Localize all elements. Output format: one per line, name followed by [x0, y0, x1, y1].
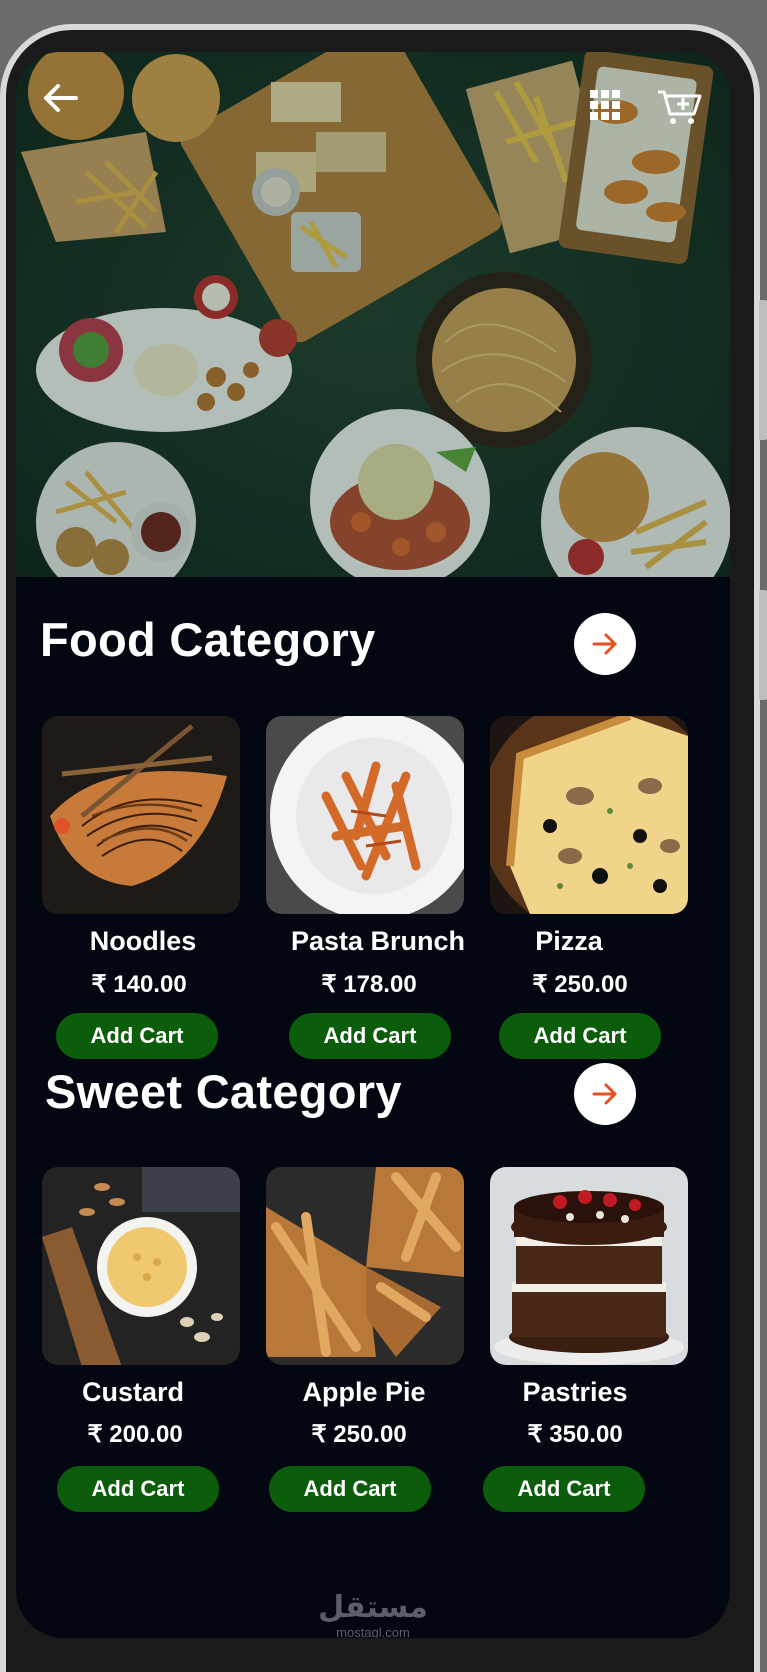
- noodles-image[interactable]: [42, 716, 240, 914]
- custard-image[interactable]: [42, 1167, 240, 1365]
- volume-button: [759, 300, 767, 440]
- arrow-right-icon: [592, 633, 617, 655]
- food-category-see-all-button[interactable]: [574, 613, 636, 675]
- add-cart-button[interactable]: Add Cart: [57, 1466, 219, 1512]
- hero-food-image: [16, 52, 730, 577]
- cart-button[interactable]: [656, 86, 704, 126]
- add-cart-button[interactable]: Add Cart: [499, 1013, 661, 1059]
- sweet-category-see-all-button[interactable]: [574, 1063, 636, 1125]
- cart-add-icon: [658, 90, 702, 124]
- food-category-title: Food Category: [40, 613, 376, 666]
- food-item-name: Pasta Brunch: [290, 926, 466, 956]
- sweet-item-price: ₹ 250.00: [311, 1421, 407, 1448]
- food-item-price: ₹ 140.00: [91, 971, 187, 998]
- app-screen: Food Category Noodles ₹ 140.00 Add Cart …: [16, 52, 730, 1638]
- arrow-left-icon: [44, 84, 78, 112]
- apple-pie-image[interactable]: [266, 1167, 464, 1365]
- add-cart-button[interactable]: Add Cart: [289, 1013, 451, 1059]
- sweet-item-name: Pastries: [522, 1377, 628, 1407]
- grid-view-button[interactable]: [588, 88, 622, 122]
- sweet-item-name: Custard: [81, 1377, 184, 1407]
- sweet-category-title: Sweet Category: [45, 1065, 402, 1118]
- food-item-price: ₹ 178.00: [321, 971, 417, 998]
- power-button: [759, 590, 767, 700]
- arrow-right-icon: [592, 1083, 617, 1105]
- grid-icon: [590, 90, 620, 120]
- pizza-image[interactable]: [490, 716, 688, 914]
- sweet-item-name: Apple Pie: [302, 1377, 426, 1407]
- food-item-name: Noodles: [89, 926, 197, 956]
- add-cart-button[interactable]: Add Cart: [269, 1466, 431, 1512]
- pasta-image[interactable]: [266, 716, 464, 914]
- back-button[interactable]: [38, 76, 82, 120]
- watermark-logo: مستقل: [318, 1590, 428, 1625]
- sweet-item-price: ₹ 350.00: [527, 1421, 623, 1448]
- watermark-url: mostaql.com: [336, 1625, 410, 1638]
- food-item-price: ₹ 250.00: [532, 971, 628, 998]
- sweet-item-price: ₹ 200.00: [87, 1421, 183, 1448]
- food-item-name: Pizza: [535, 926, 603, 956]
- pastries-image[interactable]: [490, 1167, 688, 1365]
- add-cart-button[interactable]: Add Cart: [56, 1013, 218, 1059]
- add-cart-button[interactable]: Add Cart: [483, 1466, 645, 1512]
